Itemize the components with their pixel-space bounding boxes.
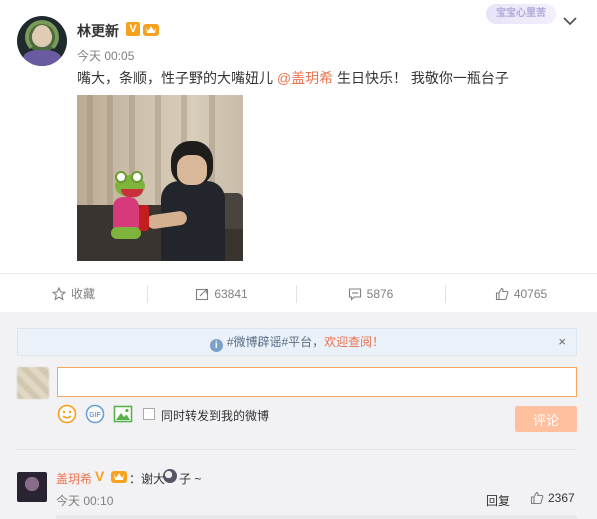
emoji-sticker-icon (163, 469, 177, 483)
repost-checkbox[interactable] (143, 408, 155, 420)
image-icon[interactable] (113, 404, 133, 424)
action-bar: 收藏 63841 5876 40765 (0, 273, 597, 312)
curtain-fold (107, 95, 113, 215)
photo-bottle (139, 205, 149, 231)
comment-text: ：谢大 (129, 472, 166, 486)
comment-button[interactable]: 5876 (296, 274, 445, 313)
repost-count: 63841 (214, 286, 248, 301)
comment-section: i #微博辟谣#平台，欢迎查阅！ × GIF 同时转发到我的微博 评论 盖玥希 V… (0, 312, 597, 519)
commenter-avatar[interactable] (17, 472, 47, 502)
like-button[interactable]: 40765 (445, 274, 597, 313)
avatar-face-shape (33, 25, 51, 45)
repost-button[interactable]: 63841 (147, 274, 296, 313)
repost-checkbox-label[interactable]: 同时转发到我的微博 (161, 407, 269, 424)
mention-link[interactable]: @盖玥希 (277, 70, 333, 86)
submit-comment-button[interactable]: 评论 (515, 406, 577, 432)
watermark-badge: 宝宝心里苦 (486, 4, 556, 24)
thumbs-up-icon (530, 491, 544, 505)
member-crown-icon (111, 471, 127, 483)
verified-v-icon: V (126, 22, 140, 36)
author-name[interactable]: 林更新 (77, 21, 119, 41)
comment-input[interactable] (57, 367, 577, 397)
post-text-part: 生日快乐！ 我敬你一瓶台子 (333, 70, 509, 86)
comment-count: 5876 (366, 286, 394, 301)
thumbs-up-icon (495, 287, 509, 300)
repost-icon (196, 288, 209, 300)
comment-like-button[interactable]: 2367 (530, 490, 575, 506)
photo-frog-legs (111, 227, 141, 239)
commenter-name[interactable]: 盖玥希 (56, 470, 92, 487)
favorite-button[interactable]: 收藏 (0, 274, 147, 313)
verified-v-icon: V (95, 468, 105, 484)
post-photo[interactable] (77, 95, 243, 261)
member-crown-icon (143, 24, 159, 36)
post-time[interactable]: 今天 00:05 (77, 47, 134, 64)
info-icon: i (209, 339, 223, 352)
favorite-label: 收藏 (70, 287, 95, 301)
post-text: 嘴大，条顺，性子野的大嘴妞儿 @盖玥希 生日快乐！ 我敬你一瓶台子 (77, 69, 509, 87)
curtain-fold (87, 95, 93, 215)
avatar-body-shape (23, 50, 61, 66)
gif-icon[interactable]: GIF (85, 404, 105, 424)
chevron-down-icon[interactable] (562, 14, 578, 28)
emoji-icon[interactable] (57, 404, 77, 424)
my-avatar[interactable] (17, 367, 49, 399)
like-count: 40765 (513, 286, 548, 301)
author-avatar[interactable] (17, 16, 67, 66)
section-divider (17, 449, 577, 450)
notice-text: #微博辟谣#平台， (226, 335, 325, 349)
photo-person-face (177, 155, 207, 185)
photo-frog-mouth (121, 189, 143, 197)
photo-frog-eye (115, 171, 127, 183)
post-text-part: 嘴大，条顺，性子野的大嘴妞儿 (77, 70, 277, 86)
comment-icon (348, 287, 361, 301)
svg-text:GIF: GIF (89, 412, 101, 419)
reply-button[interactable]: 回复 (486, 492, 510, 509)
comment-text: 子 ~ (179, 472, 202, 486)
close-icon[interactable]: × (558, 335, 566, 349)
photo-frog-eye (131, 171, 143, 183)
star-icon (51, 286, 66, 301)
notice-link[interactable]: 欢迎查阅！ (324, 335, 384, 349)
comment-bottom-divider (56, 515, 577, 519)
comment-like-count: 2367 (548, 491, 575, 505)
comment-time: 今天 00:10 (56, 494, 114, 508)
rumor-notice-banner: i #微博辟谣#平台，欢迎查阅！ × (17, 328, 577, 356)
